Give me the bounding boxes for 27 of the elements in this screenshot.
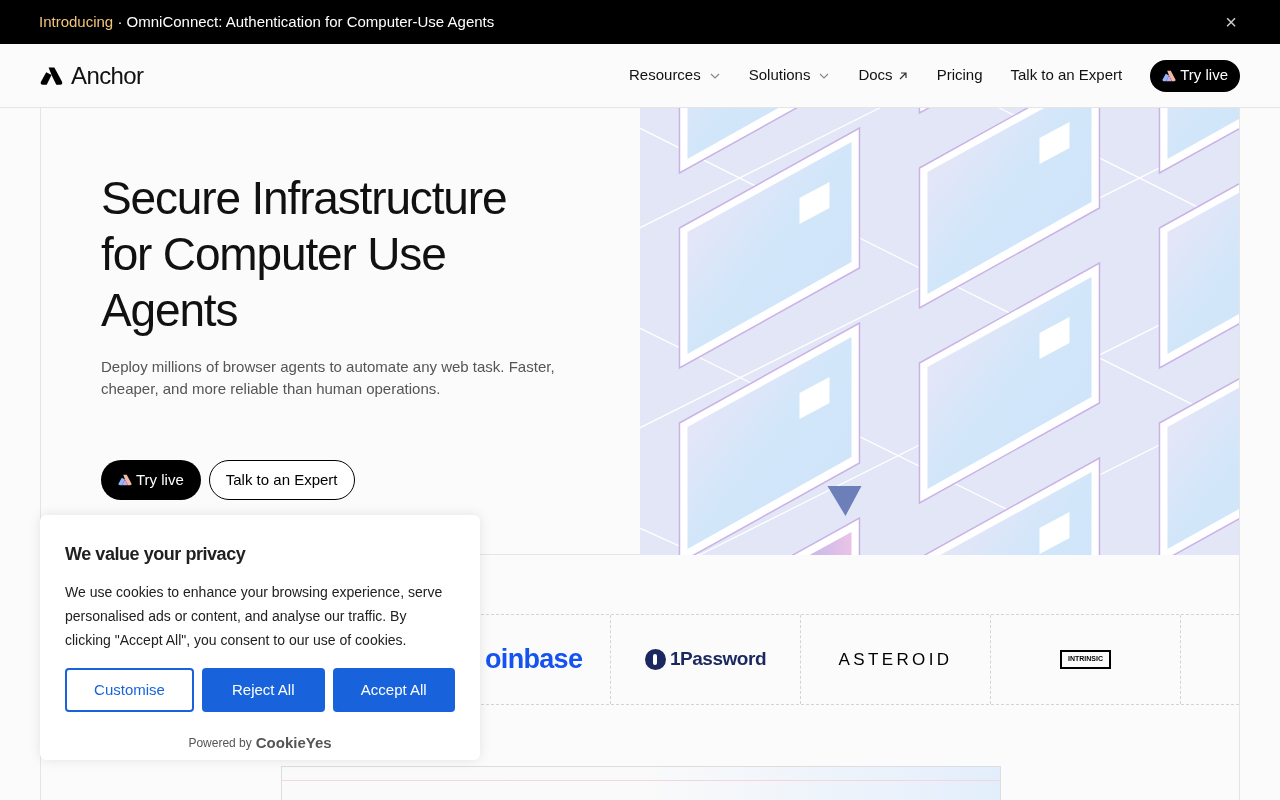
nav-link[interactable]: Talk to an Expert xyxy=(1010,64,1123,87)
keyhole-icon xyxy=(644,649,666,670)
consent-button[interactable]: Accept All xyxy=(332,668,455,712)
cookie-banner-title: We value your privacy xyxy=(65,543,247,566)
try-live-button[interactable]: Try live xyxy=(101,460,201,500)
asteroid-logo: ASTEROID xyxy=(838,648,953,671)
talk-to-expert-button[interactable]: Talk to an Expert xyxy=(208,460,355,500)
nav-link[interactable]: Solutions xyxy=(748,64,831,87)
try-live-button[interactable]: Try live xyxy=(1150,59,1240,92)
coinbase-logo: oinbase xyxy=(485,643,583,677)
anchor-logo-icon xyxy=(1162,69,1177,82)
hero-subtitle: Deploy millions of browser agents to automate any web task. Faster, cheaper, and more reliable than human operations. xyxy=(101,357,556,399)
cookieyes-logo[interactable]: CookieYes xyxy=(255,732,332,755)
nav-link[interactable]: Docs xyxy=(858,64,909,87)
onepassword-logo: 1Password xyxy=(669,647,767,672)
anchor-logo-icon xyxy=(118,474,132,486)
customise-button[interactable]: Customise xyxy=(65,668,194,712)
brand-name[interactable]: Anchor xyxy=(71,57,144,94)
powered-by-text: Powered by xyxy=(188,735,252,753)
anchor-logo-icon xyxy=(40,65,63,86)
cookie-banner-text: We use cookies to enhance your browsing experience, serve personalised ads or content, and analyse our traffic. By clicking "Accept All", you consent to our use of cookies. xyxy=(65,583,444,650)
nav-link[interactable]: Resources xyxy=(629,64,721,87)
consent-button[interactable]: Reject All xyxy=(202,668,325,712)
close-button[interactable]: × xyxy=(1225,12,1237,32)
announcement-text: Introducing · OmniConnect: Authentication for Computer-Use Agents xyxy=(39,11,495,32)
hero-heading: Secure Infrastructure for Computer Use Agents xyxy=(101,171,508,338)
nav-link[interactable]: Pricing xyxy=(936,64,983,87)
